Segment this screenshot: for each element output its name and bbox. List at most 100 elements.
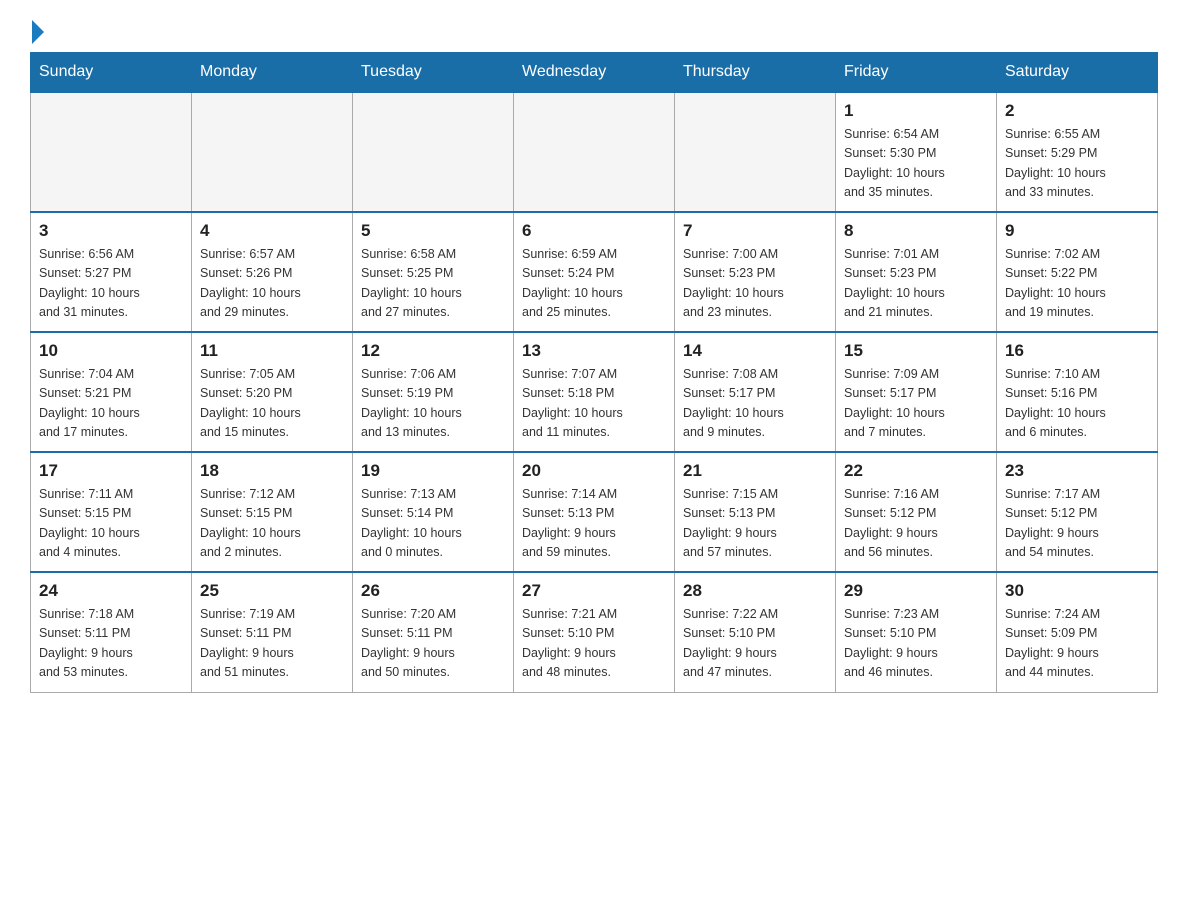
logo-triangle-icon (32, 20, 44, 44)
day-info: Sunrise: 7:14 AM Sunset: 5:13 PM Dayligh… (522, 485, 666, 563)
weekday-header-monday: Monday (192, 53, 353, 93)
day-number: 3 (39, 221, 183, 241)
calendar-cell: 8 Sunrise: 7:01 AM Sunset: 5:23 PM Daylig… (836, 212, 997, 332)
day-info: Sunrise: 7:02 AM Sunset: 5:22 PM Dayligh… (1005, 245, 1149, 323)
calendar-cell: 7 Sunrise: 7:00 AM Sunset: 5:23 PM Daylig… (675, 212, 836, 332)
day-info: Sunrise: 7:00 AM Sunset: 5:23 PM Dayligh… (683, 245, 827, 323)
calendar-cell: 2 Sunrise: 6:55 AM Sunset: 5:29 PM Daylig… (997, 92, 1158, 212)
day-number: 20 (522, 461, 666, 481)
week-row-1: 1Sunrise: 6:54 AM Sunset: 5:30 PM Daylig… (31, 92, 1158, 212)
day-info: Sunrise: 7:06 AM Sunset: 5:19 PM Dayligh… (361, 365, 505, 443)
calendar-cell: 14 Sunrise: 7:08 AM Sunset: 5:17 PM Dayli… (675, 332, 836, 452)
day-number: 15 (844, 341, 988, 361)
day-info: Sunrise: 6:59 AM Sunset: 5:24 PM Dayligh… (522, 245, 666, 323)
calendar-cell (192, 92, 353, 212)
day-info: Sunrise: 7:05 AM Sunset: 5:20 PM Dayligh… (200, 365, 344, 443)
calendar-cell: 19Sunrise: 7:13 AM Sunset: 5:14 PM Dayli… (353, 452, 514, 572)
calendar-cell: 9 Sunrise: 7:02 AM Sunset: 5:22 PM Daylig… (997, 212, 1158, 332)
day-number: 13 (522, 341, 666, 361)
day-info: Sunrise: 7:11 AM Sunset: 5:15 PM Dayligh… (39, 485, 183, 563)
day-number: 16 (1005, 341, 1149, 361)
day-info: Sunrise: 7:15 AM Sunset: 5:13 PM Dayligh… (683, 485, 827, 563)
weekday-header-saturday: Saturday (997, 53, 1158, 93)
day-number: 21 (683, 461, 827, 481)
day-info: Sunrise: 7:13 AM Sunset: 5:14 PM Dayligh… (361, 485, 505, 563)
day-info: Sunrise: 7:20 AM Sunset: 5:11 PM Dayligh… (361, 605, 505, 683)
day-number: 4 (200, 221, 344, 241)
calendar-cell: 22 Sunrise: 7:16 AM Sunset: 5:12 PM Dayli… (836, 452, 997, 572)
calendar-header-row: SundayMondayTuesdayWednesdayThursdayFrid… (31, 53, 1158, 93)
calendar-cell: 29 Sunrise: 7:23 AM Sunset: 5:10 PM Dayli… (836, 572, 997, 692)
day-info: Sunrise: 7:17 AM Sunset: 5:12 PM Dayligh… (1005, 485, 1149, 563)
day-number: 7 (683, 221, 827, 241)
calendar-cell: 26 Sunrise: 7:20 AM Sunset: 5:11 PM Dayli… (353, 572, 514, 692)
calendar-cell: 4 Sunrise: 6:57 AM Sunset: 5:26 PM Daylig… (192, 212, 353, 332)
calendar-cell: 25 Sunrise: 7:19 AM Sunset: 5:11 PM Dayli… (192, 572, 353, 692)
page-header (30, 20, 1158, 42)
calendar-cell: 27Sunrise: 7:21 AM Sunset: 5:10 PM Dayli… (514, 572, 675, 692)
calendar-cell (31, 92, 192, 212)
day-info: Sunrise: 7:23 AM Sunset: 5:10 PM Dayligh… (844, 605, 988, 683)
calendar-cell: 28 Sunrise: 7:22 AM Sunset: 5:10 PM Dayli… (675, 572, 836, 692)
day-info: Sunrise: 7:10 AM Sunset: 5:16 PM Dayligh… (1005, 365, 1149, 443)
calendar-cell: 6 Sunrise: 6:59 AM Sunset: 5:24 PM Daylig… (514, 212, 675, 332)
day-number: 5 (361, 221, 505, 241)
day-info: Sunrise: 6:57 AM Sunset: 5:26 PM Dayligh… (200, 245, 344, 323)
calendar-cell: 5 Sunrise: 6:58 AM Sunset: 5:25 PM Daylig… (353, 212, 514, 332)
day-info: Sunrise: 6:55 AM Sunset: 5:29 PM Dayligh… (1005, 125, 1149, 203)
day-number: 6 (522, 221, 666, 241)
day-number: 30 (1005, 581, 1149, 601)
day-info: Sunrise: 7:18 AM Sunset: 5:11 PM Dayligh… (39, 605, 183, 683)
day-info: Sunrise: 7:12 AM Sunset: 5:15 PM Dayligh… (200, 485, 344, 563)
weekday-header-friday: Friday (836, 53, 997, 93)
day-info: Sunrise: 6:58 AM Sunset: 5:25 PM Dayligh… (361, 245, 505, 323)
calendar-cell: 11Sunrise: 7:05 AM Sunset: 5:20 PM Dayli… (192, 332, 353, 452)
calendar-cell: 18Sunrise: 7:12 AM Sunset: 5:15 PM Dayli… (192, 452, 353, 572)
calendar-cell: 24 Sunrise: 7:18 AM Sunset: 5:11 PM Dayli… (31, 572, 192, 692)
weekday-header-wednesday: Wednesday (514, 53, 675, 93)
calendar-cell: 15 Sunrise: 7:09 AM Sunset: 5:17 PM Dayli… (836, 332, 997, 452)
day-number: 29 (844, 581, 988, 601)
calendar-cell: 30 Sunrise: 7:24 AM Sunset: 5:09 PM Dayli… (997, 572, 1158, 692)
calendar-cell: 21 Sunrise: 7:15 AM Sunset: 5:13 PM Dayli… (675, 452, 836, 572)
week-row-3: 10 Sunrise: 7:04 AM Sunset: 5:21 PM Dayli… (31, 332, 1158, 452)
day-info: Sunrise: 7:24 AM Sunset: 5:09 PM Dayligh… (1005, 605, 1149, 683)
day-info: Sunrise: 7:04 AM Sunset: 5:21 PM Dayligh… (39, 365, 183, 443)
calendar-cell: 17 Sunrise: 7:11 AM Sunset: 5:15 PM Dayli… (31, 452, 192, 572)
day-number: 28 (683, 581, 827, 601)
day-number: 2 (1005, 101, 1149, 121)
day-number: 8 (844, 221, 988, 241)
day-number: 12 (361, 341, 505, 361)
calendar-cell (353, 92, 514, 212)
day-number: 14 (683, 341, 827, 361)
day-number: 24 (39, 581, 183, 601)
weekday-header-tuesday: Tuesday (353, 53, 514, 93)
day-number: 25 (200, 581, 344, 601)
day-info: Sunrise: 7:07 AM Sunset: 5:18 PM Dayligh… (522, 365, 666, 443)
week-row-5: 24 Sunrise: 7:18 AM Sunset: 5:11 PM Dayli… (31, 572, 1158, 692)
day-info: Sunrise: 7:22 AM Sunset: 5:10 PM Dayligh… (683, 605, 827, 683)
calendar-cell: 23 Sunrise: 7:17 AM Sunset: 5:12 PM Dayli… (997, 452, 1158, 572)
day-info: Sunrise: 7:16 AM Sunset: 5:12 PM Dayligh… (844, 485, 988, 563)
day-number: 23 (1005, 461, 1149, 481)
day-number: 27 (522, 581, 666, 601)
week-row-4: 17 Sunrise: 7:11 AM Sunset: 5:15 PM Dayli… (31, 452, 1158, 572)
day-info: Sunrise: 7:19 AM Sunset: 5:11 PM Dayligh… (200, 605, 344, 683)
calendar-cell: 16 Sunrise: 7:10 AM Sunset: 5:16 PM Dayli… (997, 332, 1158, 452)
day-number: 17 (39, 461, 183, 481)
logo (30, 20, 44, 42)
calendar-cell: 3Sunrise: 6:56 AM Sunset: 5:27 PM Daylig… (31, 212, 192, 332)
day-number: 26 (361, 581, 505, 601)
weekday-header-sunday: Sunday (31, 53, 192, 93)
calendar-cell: 12 Sunrise: 7:06 AM Sunset: 5:19 PM Dayli… (353, 332, 514, 452)
day-info: Sunrise: 7:09 AM Sunset: 5:17 PM Dayligh… (844, 365, 988, 443)
day-number: 10 (39, 341, 183, 361)
day-info: Sunrise: 7:01 AM Sunset: 5:23 PM Dayligh… (844, 245, 988, 323)
logo-blue-part (30, 20, 44, 48)
week-row-2: 3Sunrise: 6:56 AM Sunset: 5:27 PM Daylig… (31, 212, 1158, 332)
day-number: 22 (844, 461, 988, 481)
day-number: 9 (1005, 221, 1149, 241)
day-info: Sunrise: 7:08 AM Sunset: 5:17 PM Dayligh… (683, 365, 827, 443)
calendar-cell: 10 Sunrise: 7:04 AM Sunset: 5:21 PM Dayli… (31, 332, 192, 452)
weekday-header-thursday: Thursday (675, 53, 836, 93)
